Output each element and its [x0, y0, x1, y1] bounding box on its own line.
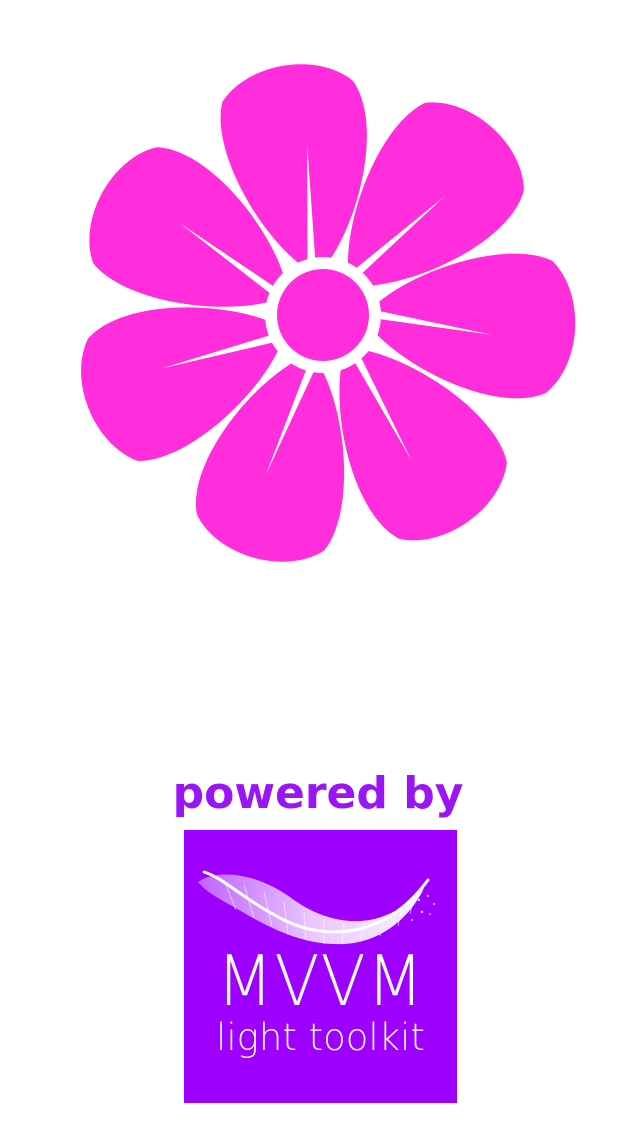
splash-screen: powered by MVVM light toolkit [0, 0, 640, 1136]
mvvm-light-logo: MVVM light toolkit [184, 830, 457, 1103]
logo-title: MVVM [216, 941, 425, 1022]
logo-subtitle: light toolkit [216, 1016, 425, 1059]
powered-by-label: powered by [172, 768, 464, 819]
flower-center [277, 269, 369, 361]
flower-logo-icon [81, 64, 576, 562]
